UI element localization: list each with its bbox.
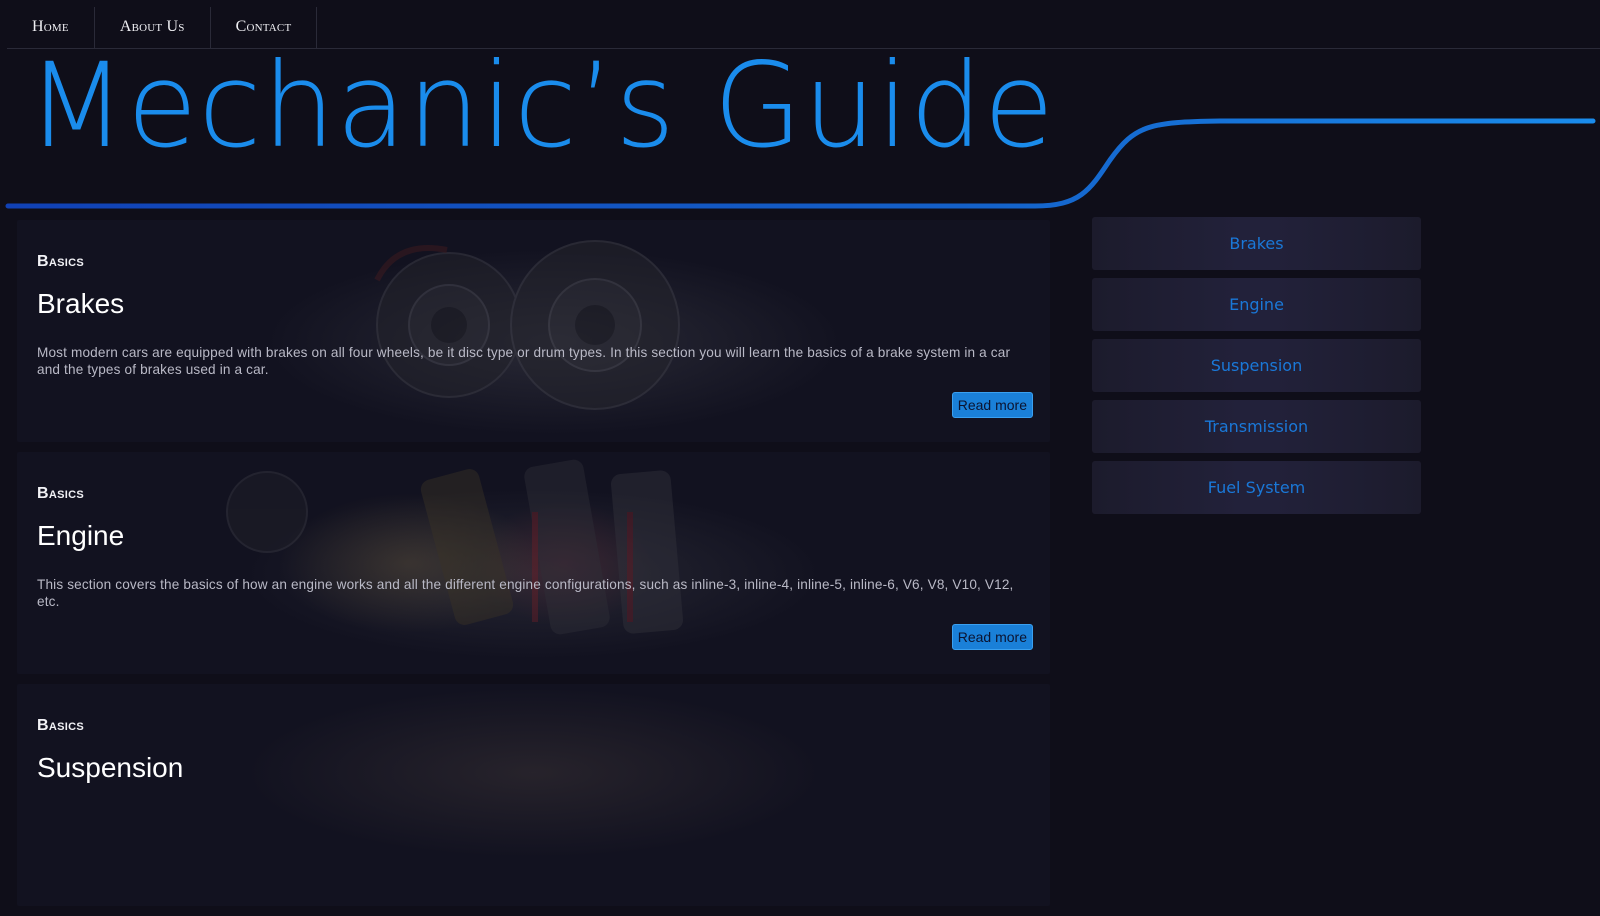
article-brakes: Basics Brakes Most modern cars are equip… [17,220,1050,442]
sidebar-item-transmission[interactable]: Transmission [1092,400,1421,453]
suspension-image [17,684,1050,906]
read-more-button[interactable]: Read more [951,624,1033,650]
article-suspension: Basics Suspension [17,684,1050,906]
article-list: Basics Brakes Most modern cars are equip… [17,220,1050,916]
article-title: Brakes [37,288,125,319]
sidebar-item-fuel-system[interactable]: Fuel System [1092,461,1421,514]
sidebar-item-engine[interactable]: Engine [1092,278,1421,331]
engine-pistons-illustration [226,459,684,635]
article-text: Most modern cars are equipped with brake… [37,345,1011,377]
article-kicker: Basics [37,485,84,502]
site-title: Mechanic’s Guide [27,37,1056,174]
article-kicker: Basics [37,253,84,270]
article-engine: Basics Engine This section covers the ba… [17,452,1050,674]
sidebar-menu: Brakes Engine Suspension Transmission Fu… [1092,217,1421,522]
article-text: This section covers the basics of how an… [37,577,1014,609]
article-title: Engine [37,520,125,551]
read-more-button[interactable]: Read more [951,392,1033,418]
sidebar-item-brakes[interactable]: Brakes [1092,217,1421,270]
article-kicker: Basics [37,717,84,734]
article-title: Suspension [37,752,184,783]
brake-discs-illustration [374,240,680,410]
sidebar-item-suspension[interactable]: Suspension [1092,339,1421,392]
